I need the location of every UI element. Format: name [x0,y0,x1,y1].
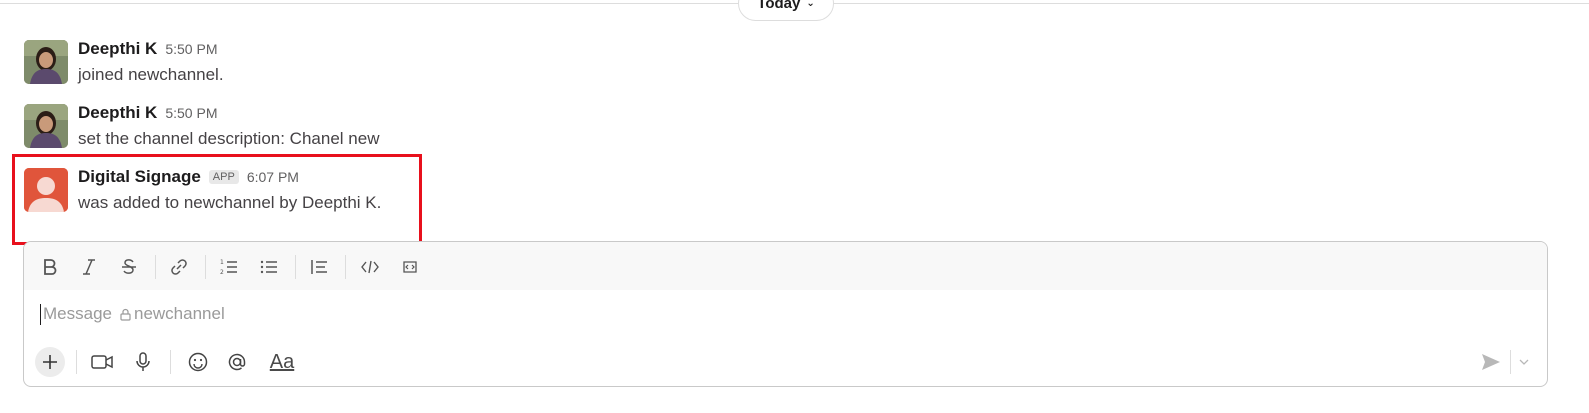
italic-icon[interactable] [77,255,101,279]
avatar[interactable] [24,104,68,148]
avatar[interactable] [24,40,68,84]
svg-text:1: 1 [220,259,224,266]
highlight-annotation [12,154,422,245]
svg-text:2: 2 [220,269,224,276]
send-icon[interactable] [1476,347,1506,377]
toolbar-separator [205,255,206,279]
actions-separator [170,350,171,374]
mention-icon[interactable] [222,347,252,377]
date-divider-button[interactable]: Today ⌄ [738,0,834,21]
text-caret [40,303,41,325]
chevron-down-icon[interactable] [1511,347,1537,377]
code-icon[interactable] [358,255,382,279]
chevron-down-icon: ⌄ [806,0,815,9]
message: Deepthi K 5:50 PM joined newchannel. [24,39,624,88]
input-placeholder-prefix: Message [43,304,112,323]
input-placeholder-channel: newchannel [133,304,225,323]
strikethrough-icon[interactable] [117,255,141,279]
microphone-icon[interactable] [128,347,158,377]
toolbar-separator [295,255,296,279]
bold-icon[interactable] [38,255,62,279]
message-author[interactable]: Deepthi K [78,39,157,59]
message-composer: 12 Message newchannel Aa [23,241,1548,387]
blockquote-icon[interactable] [307,255,331,279]
formatting-icon[interactable]: Aa [262,347,302,377]
message-timestamp[interactable]: 5:50 PM [165,105,217,121]
toolbar-separator [345,255,346,279]
message-input[interactable]: Message newchannel [40,302,1440,326]
link-icon[interactable] [167,255,191,279]
lock-icon [120,308,131,321]
toolbar-separator [155,255,156,279]
message-text: set the channel description: Chanel new [78,129,380,148]
emoji-icon[interactable] [183,347,213,377]
formatting-toolbar: 12 [24,242,1547,290]
bulleted-list-icon[interactable] [257,255,281,279]
actions-separator [76,350,77,374]
message-timestamp[interactable]: 5:50 PM [165,41,217,57]
ordered-list-icon[interactable]: 12 [217,255,241,279]
message-author[interactable]: Deepthi K [78,103,157,123]
date-divider-label: Today [757,0,801,12]
code-block-icon[interactable] [398,255,422,279]
message: Deepthi K 5:50 PM set the channel descri… [24,103,624,152]
message-text: joined newchannel. [78,65,224,84]
composer-actions: Aa [24,342,1547,382]
video-icon[interactable] [87,347,117,377]
plus-icon[interactable] [35,347,65,377]
